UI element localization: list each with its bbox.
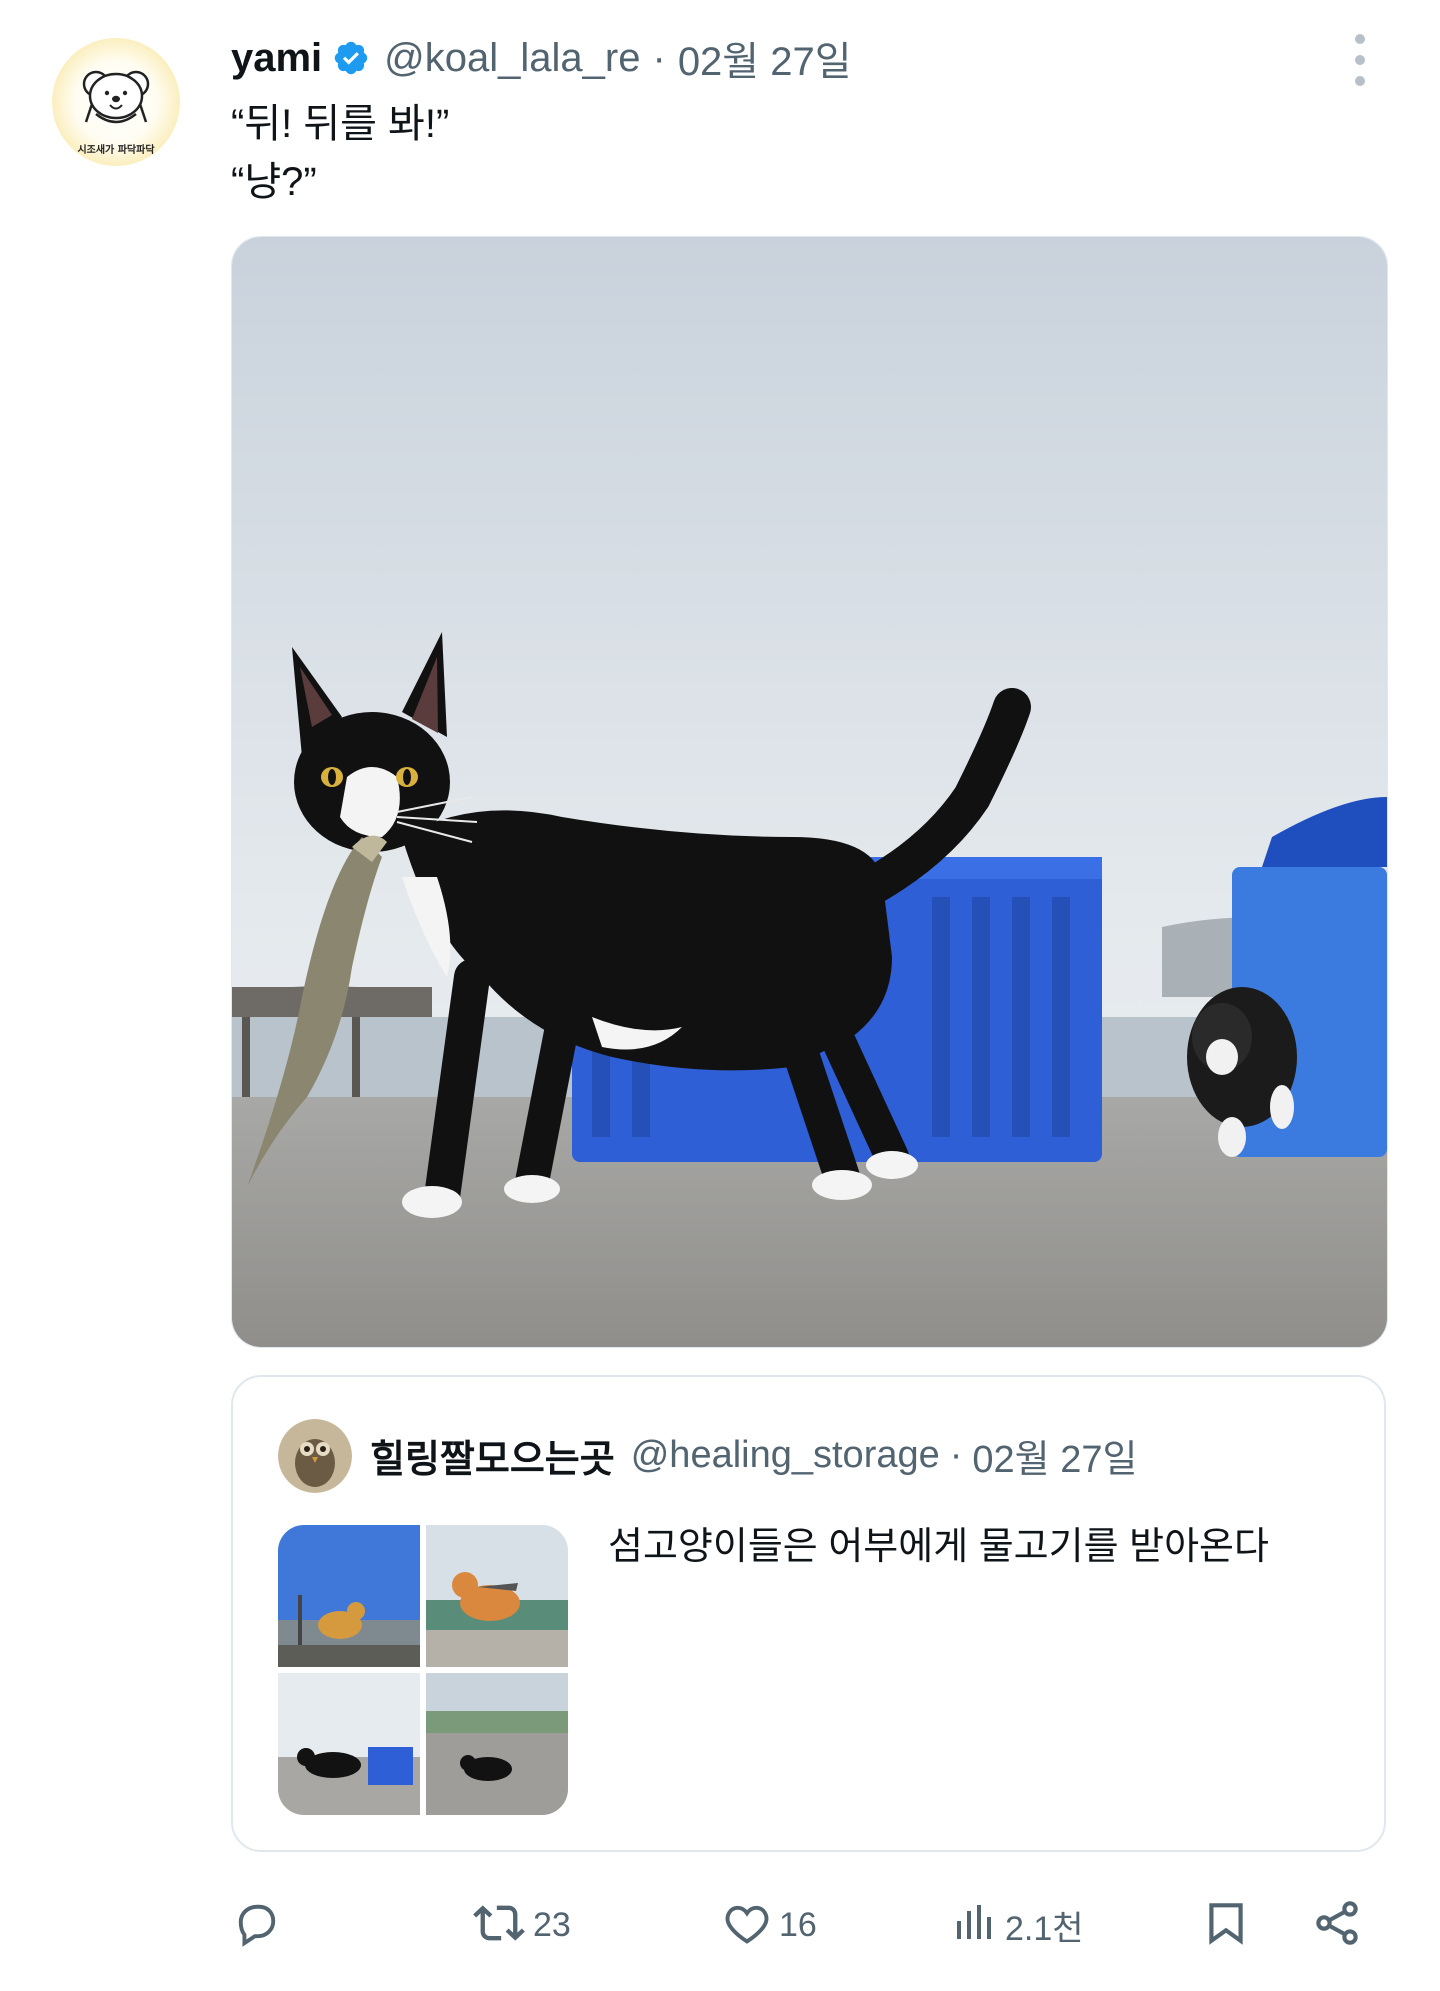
- display-name[interactable]: yami: [231, 36, 322, 81]
- share-button[interactable]: [1311, 1890, 1363, 1960]
- separator-dot: ·: [949, 1433, 963, 1476]
- verified-badge-icon: [332, 39, 370, 77]
- bookmark-button[interactable]: [1201, 1890, 1251, 1960]
- retweet-button[interactable]: 23: [471, 1890, 571, 1960]
- quoted-display-name[interactable]: 힐링짤모으는곳: [370, 1428, 615, 1483]
- share-icon: [1311, 1897, 1363, 1954]
- quoted-tweet[interactable]: 힐링짤모으는곳 @healing_storage · 02월 27일 섬고양이들…: [231, 1375, 1386, 1852]
- vertical-dots-icon-dot: [1355, 76, 1365, 86]
- action-bar: 23 16 2.1천: [231, 1890, 1386, 1960]
- heart-icon: [721, 1897, 773, 1954]
- quoted-header: 힐링짤모으는곳 @healing_storage · 02월 27일: [370, 1425, 1137, 1485]
- tweet-text-line: “냥?”: [231, 160, 317, 204]
- cat-with-fish-photo: [232, 237, 1387, 1347]
- quoted-photo-3[interactable]: [278, 1673, 420, 1815]
- more-options-button[interactable]: [1340, 34, 1380, 86]
- quoted-photo-4[interactable]: [426, 1673, 568, 1815]
- vertical-dots-icon: [1355, 34, 1365, 44]
- quoted-photo-grid[interactable]: [278, 1525, 568, 1815]
- tweet-text-line: “뒤! 뒤를 봐!”: [231, 102, 450, 146]
- quoted-photo-2[interactable]: [426, 1525, 568, 1667]
- views-count: 2.1천: [1005, 1909, 1084, 1948]
- bar-chart-icon: [951, 1897, 999, 1954]
- quoted-photo-1[interactable]: [278, 1525, 420, 1667]
- speech-bubble-icon: [231, 1897, 283, 1954]
- handle[interactable]: @koal_lala_re: [384, 36, 640, 81]
- timestamp[interactable]: 02월 27일: [678, 29, 852, 87]
- owl-avatar-image: [278, 1419, 352, 1493]
- bookmark-icon: [1201, 1897, 1251, 1954]
- separator-dot: ·: [652, 35, 666, 80]
- tweet-photo[interactable]: [231, 236, 1388, 1348]
- vertical-dots-icon-dot: [1355, 55, 1365, 65]
- reply-button[interactable]: [231, 1890, 289, 1960]
- avatar-caption: 시조새가 파닥파닥: [77, 145, 155, 156]
- like-button[interactable]: 16: [721, 1890, 817, 1960]
- tweet-header: yami @koal_lala_re · 02월 27일: [231, 28, 852, 88]
- like-count: 16: [779, 1905, 817, 1944]
- retweet-count: 23: [533, 1905, 571, 1944]
- tweet-text: “뒤! 뒤를 봐!” “냥?”: [231, 95, 449, 211]
- profile-avatar[interactable]: 시조새가 파닥파닥: [52, 38, 180, 166]
- views-button[interactable]: 2.1천: [951, 1890, 1084, 1960]
- quoted-timestamp[interactable]: 02월 27일: [972, 1428, 1137, 1483]
- quoted-avatar[interactable]: [278, 1419, 352, 1493]
- quoted-text: 섬고양이들은 어부에게 물고기를 받아온다: [608, 1526, 1269, 1568]
- retweet-icon: [471, 1897, 527, 1954]
- quoted-handle[interactable]: @healing_storage: [631, 1434, 940, 1477]
